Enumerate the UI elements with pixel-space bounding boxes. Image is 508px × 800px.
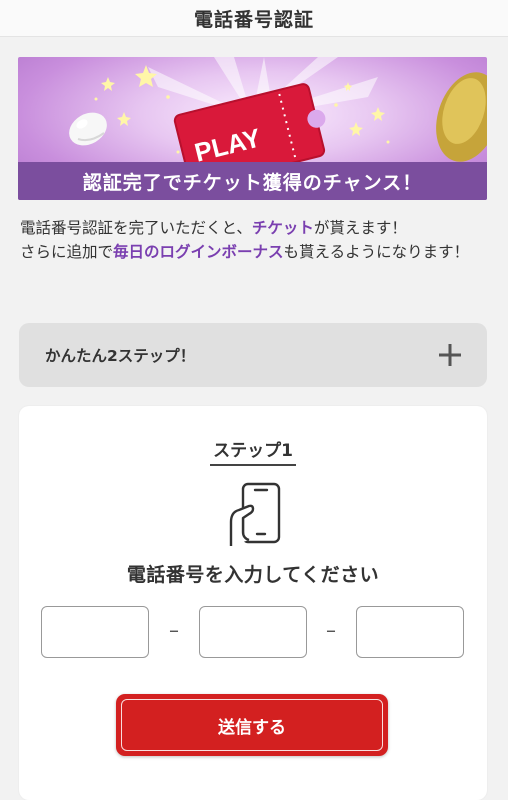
phone-field-1[interactable] [41,606,149,658]
plus-icon[interactable] [439,344,461,366]
intro-line2-start: さらに追加で [20,243,114,261]
phone-separator-2: – [326,618,336,642]
two-step-accordion[interactable]: かんたん2ステップ！ [19,323,487,387]
banner-caption: 認証完了でチケット獲得のチャンス！ [82,171,423,194]
step-card: ステップ1 電話番号を入力してください – – 送信する [19,406,487,800]
page-header: 電話番号認証 [0,0,508,37]
phone-prompt: 電話番号を入力してください [126,564,380,586]
egg-icon [69,112,107,146]
submit-button[interactable]: 送信する [116,694,388,756]
phone-separator-1: – [169,618,179,642]
accordion-label: かんたん2ステップ！ [45,347,196,365]
phone-field-3[interactable] [356,606,464,658]
step-title: ステップ1 [210,436,296,466]
submit-button-inner: 送信する [121,699,383,751]
submit-label: 送信する [218,717,286,738]
intro-line1-end: が貰えます！ [313,219,407,237]
page-title: 電話番号認証 [193,8,314,31]
ticket-highlight: チケット [251,219,314,237]
phone-field-2[interactable] [199,606,307,658]
intro-text: 電話番号認証を完了いただくと、チケットが貰えます！ さらに追加で毎日のログインボ… [20,216,490,264]
login-bonus-highlight: 毎日のログインボーナス [113,243,284,261]
intro-line1-start: 電話番号認証を完了いただくと、 [20,219,252,237]
phone-in-hand-icon [229,482,281,546]
step-title-wrap: ステップ1 [19,436,487,466]
banner-caption-strip: 認証完了でチケット獲得のチャンス！ [18,162,487,200]
promo-banner[interactable]: PLAY 認証完了でチケット獲得のチャンス！ [18,57,487,200]
gold-coin-icon [436,72,487,162]
intro-line2-end: も貰えるようになります！ [283,243,470,261]
